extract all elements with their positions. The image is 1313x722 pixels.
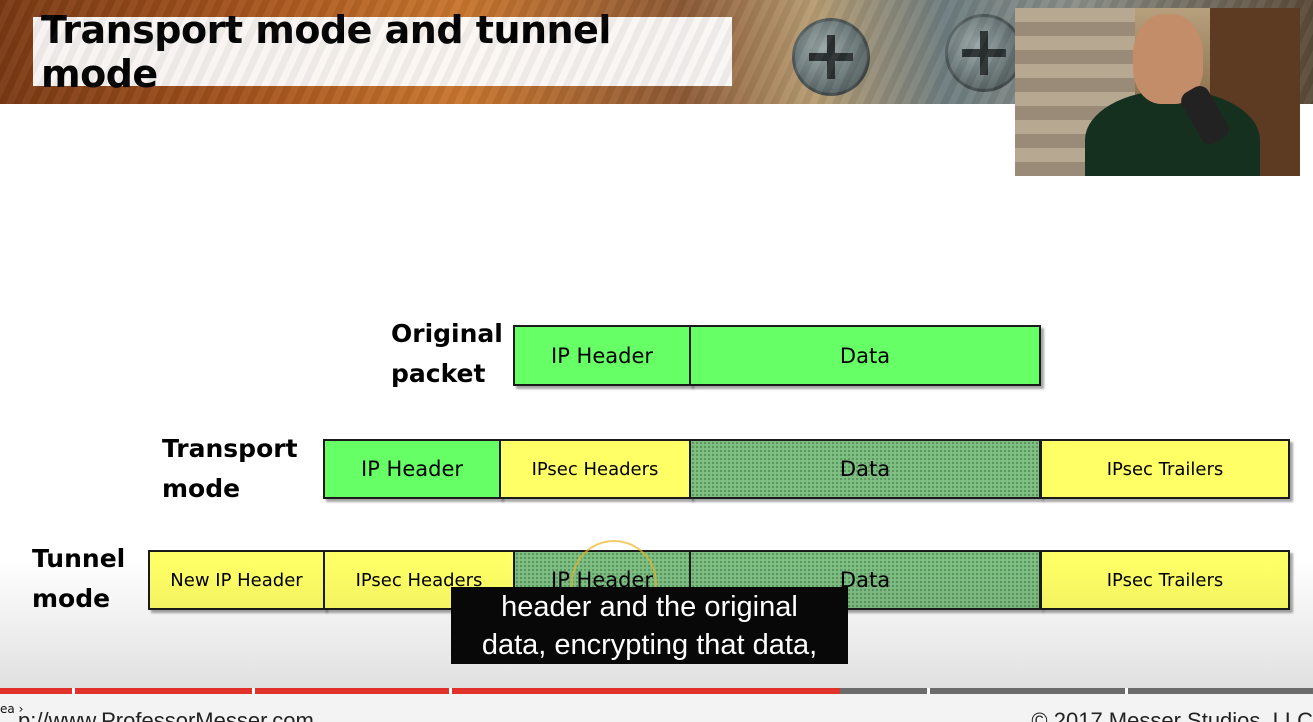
tunnel-new-ip-header-cell: New IP Header [148,550,325,610]
footer-website: p://www.ProfessorMesser.com [18,708,314,722]
screw-image [792,18,870,96]
row-label-original-packet: Original packet [391,319,503,388]
tunnel-ipsec-trailers-cell: IPsec Trailers [1040,550,1290,610]
transport-ipsec-trailers-cell: IPsec Trailers [1040,439,1290,499]
transport-ipsec-headers-cell: IPsec Headers [499,439,691,499]
slide-footer: ea › p://www.ProfessorMesser.com © 2017 … [0,694,1313,722]
transport-ip-header-cell: IP Header [323,439,501,499]
original-data-cell: Data [689,325,1041,386]
original-ip-header-cell: IP Header [513,325,691,386]
presenter-webcam [1015,8,1300,176]
video-frame[interactable]: Transport mode and tunnel mode Original … [0,0,1313,722]
footer-copyright: © 2017 Messer Studios, LLC [1031,708,1313,722]
slide-title: Transport mode and tunnel mode [41,7,611,96]
subtitle-caption: header and the original data, encrypting… [451,587,848,664]
screw-image [945,14,1023,92]
row-label-transport-mode: Transport mode [162,434,298,503]
transport-data-cell: Data [689,439,1041,499]
row-label-tunnel-mode: Tunnel mode [32,544,126,613]
slide-title-box: Transport mode and tunnel mode [33,8,732,96]
